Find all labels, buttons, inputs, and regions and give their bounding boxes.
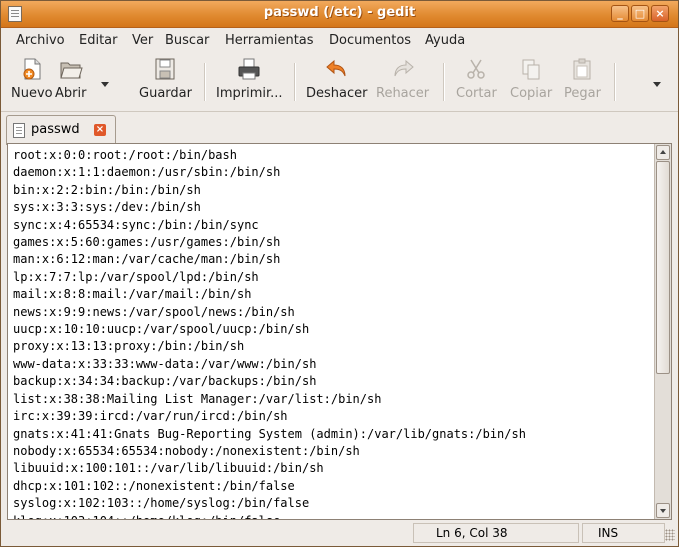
window-title: passwd (/etc) - gedit [263,5,416,20]
cut-label: Cortar [456,86,497,101]
undo-arrow-icon [325,57,349,81]
menu-ver[interactable]: Ver [132,33,153,48]
save-disk-icon [153,57,177,81]
text-line[interactable]: nobody:x:65534:65534:nobody:/nonexistent… [13,443,653,460]
title-bar[interactable]: passwd (/etc) - gedit _ □ × [1,1,678,28]
printer-icon [237,57,261,81]
text-line[interactable]: irc:x:39:39:ircd:/var/run/ircd:/bin/sh [13,408,653,425]
text-line[interactable]: proxy:x:13:13:proxy:/bin:/bin/sh [13,338,653,355]
open-label: Abrir [55,86,87,101]
maximize-button[interactable]: □ [631,5,649,22]
text-line[interactable]: bin:x:2:2:bin:/bin:/bin/sh [13,182,653,199]
vertical-scrollbar[interactable] [654,144,671,519]
scrollbar-thumb[interactable] [656,161,670,374]
toolbar-overflow-arrow-icon[interactable] [653,82,661,87]
gedit-window: passwd (/etc) - gedit _ □ × Archivo Edit… [0,0,679,547]
text-line[interactable]: sys:x:3:3:sys:/dev:/bin/sh [13,199,653,216]
text-line[interactable]: klog:x:103:104::/home/klog:/bin/false [13,513,653,519]
save-label: Guardar [139,86,192,101]
tab-label: passwd [31,122,80,137]
tab-passwd[interactable]: passwd × [6,115,116,145]
close-window-button[interactable]: × [651,5,669,22]
toolbar: Nuevo Abrir Guardar Imprimir... Deshacer… [1,53,678,112]
text-document-icon [13,123,25,138]
toolbar-separator [294,63,296,101]
open-recent-arrow-icon[interactable] [101,82,109,87]
minimize-button[interactable]: _ [611,5,629,22]
text-line[interactable]: libuuid:x:100:101::/var/lib/libuuid:/bin… [13,460,653,477]
toolbar-separator [443,63,445,101]
text-editor[interactable]: root:x:0:0:root:/root:/bin/bash daemon:x:… [7,143,672,520]
open-folder-icon [59,57,83,81]
print-label: Imprimir... [216,86,283,101]
text-line[interactable]: uucp:x:10:10:uucp:/var/spool/uucp:/bin/s… [13,321,653,338]
text-line[interactable]: www-data:x:33:33:www-data:/var/www:/bin/… [13,356,653,373]
text-line[interactable]: list:x:38:38:Mailing List Manager:/var/l… [13,391,653,408]
copy-button[interactable]: Copiar [510,57,552,101]
resize-grip-icon[interactable] [665,529,675,541]
redo-arrow-icon [391,57,415,81]
scissors-icon [464,57,488,81]
new-button[interactable]: Nuevo [11,57,53,101]
text-line[interactable]: syslog:x:102:103::/home/syslog:/bin/fals… [13,495,653,512]
text-line[interactable]: daemon:x:1:1:daemon:/usr/sbin:/bin/sh [13,164,653,181]
text-line[interactable]: mail:x:8:8:mail:/var/mail:/bin/sh [13,286,653,303]
text-line[interactable]: backup:x:34:34:backup:/var/backups:/bin/… [13,373,653,390]
copy-label: Copiar [510,86,553,101]
redo-label: Rehacer [376,86,430,101]
copy-icon [519,57,543,81]
toolbar-separator [204,63,206,101]
paste-button[interactable]: Pegar [564,57,601,101]
menu-buscar[interactable]: Buscar [165,33,209,48]
insert-mode-indicator: INS [582,523,665,543]
editor-text[interactable]: root:x:0:0:root:/root:/bin/bash daemon:x:… [13,147,653,519]
status-bar: Ln 6, Col 38 INS [1,521,678,546]
text-line[interactable]: lp:x:7:7:lp:/var/spool/lpd:/bin/sh [13,269,653,286]
menu-archivo[interactable]: Archivo [16,33,65,48]
save-button[interactable]: Guardar [139,57,192,101]
document-tabs: passwd × [1,112,678,145]
print-button[interactable]: Imprimir... [216,57,283,101]
menu-ayuda[interactable]: Ayuda [425,33,465,48]
scroll-down-button[interactable] [656,503,670,518]
cut-button[interactable]: Cortar [456,57,497,101]
undo-button[interactable]: Deshacer [306,57,367,101]
new-label: Nuevo [11,86,53,101]
text-line[interactable]: sync:x:4:65534:sync:/bin:/bin/sync [13,217,653,234]
clipboard-paste-icon [570,57,594,81]
close-tab-icon[interactable]: × [94,124,106,136]
new-document-icon [20,57,44,81]
down-arrow-icon [660,509,666,513]
scroll-up-button[interactable] [656,145,670,160]
menu-herramientas[interactable]: Herramientas [225,33,314,48]
text-line[interactable]: games:x:5:60:games:/usr/games:/bin/sh [13,234,653,251]
menu-documentos[interactable]: Documentos [329,33,411,48]
toolbar-separator [614,63,616,101]
text-line[interactable]: man:x:6:12:man:/var/cache/man:/bin/sh [13,251,653,268]
text-line[interactable]: root:x:0:0:root:/root:/bin/bash [13,147,653,164]
menu-bar: Archivo Editar Ver Buscar Herramientas D… [1,28,678,52]
menu-editar[interactable]: Editar [79,33,118,48]
redo-button[interactable]: Rehacer [376,57,429,101]
open-button[interactable]: Abrir [55,57,86,101]
cursor-position: Ln 6, Col 38 [413,523,579,543]
text-line[interactable]: dhcp:x:101:102::/nonexistent:/bin/false [13,478,653,495]
up-arrow-icon [660,150,666,154]
text-line[interactable]: news:x:9:9:news:/var/spool/news:/bin/sh [13,304,653,321]
paste-label: Pegar [564,86,601,101]
undo-label: Deshacer [306,86,368,101]
text-line[interactable]: gnats:x:41:41:Gnats Bug-Reporting System… [13,426,653,443]
